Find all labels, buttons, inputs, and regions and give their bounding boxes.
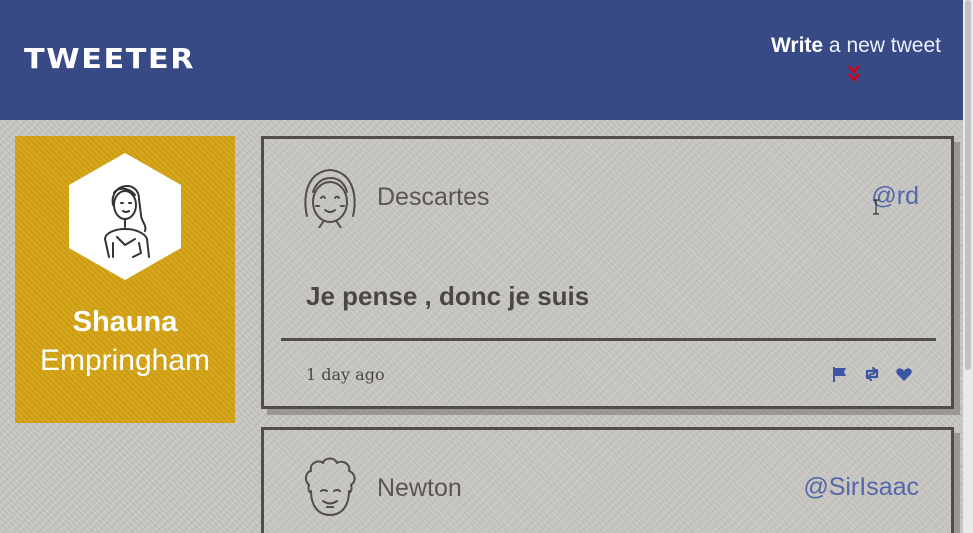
flag-icon[interactable] [831,365,849,383]
compose-toggle[interactable]: Write a new tweet [771,34,941,58]
profile-last-name: Empringham [39,344,211,377]
navbar: TWEETER Write a new tweet [0,0,963,120]
tweet-author-handle[interactable]: @SirIsaac [803,473,919,502]
tweet-actions [831,365,913,383]
compose-label-rest: a new tweet [823,34,941,57]
user-avatar-icon [69,153,181,280]
retweet-icon[interactable] [863,365,881,383]
tweet-timestamp: 1 day ago [306,365,385,384]
profile-card: Shauna Empringham [15,136,235,423]
tweet-card: Newton @SirIsaac [261,427,954,533]
tweet-text: Je pense , donc je suis [306,281,590,311]
vertical-scrollbar[interactable] [963,0,973,533]
curly-hair-avatar-icon [304,457,356,516]
brand-logo[interactable]: TWEETER [24,42,195,75]
text-cursor-icon [873,199,879,215]
heart-icon[interactable] [895,365,913,383]
tweet-card: Descartes @rd Je pense , donc je suis 1 … [261,136,954,409]
tweet-divider [281,338,936,341]
tweet-author-name: Descartes [377,183,490,211]
profile-first-name: Shauna [72,306,178,338]
double-chevron-down-icon[interactable] [848,64,860,84]
girl-avatar-icon [304,169,356,228]
tweet-author-name: Newton [377,474,462,502]
scrollbar-thumb[interactable] [965,0,971,370]
compose-label-bold: Write [770,34,824,57]
